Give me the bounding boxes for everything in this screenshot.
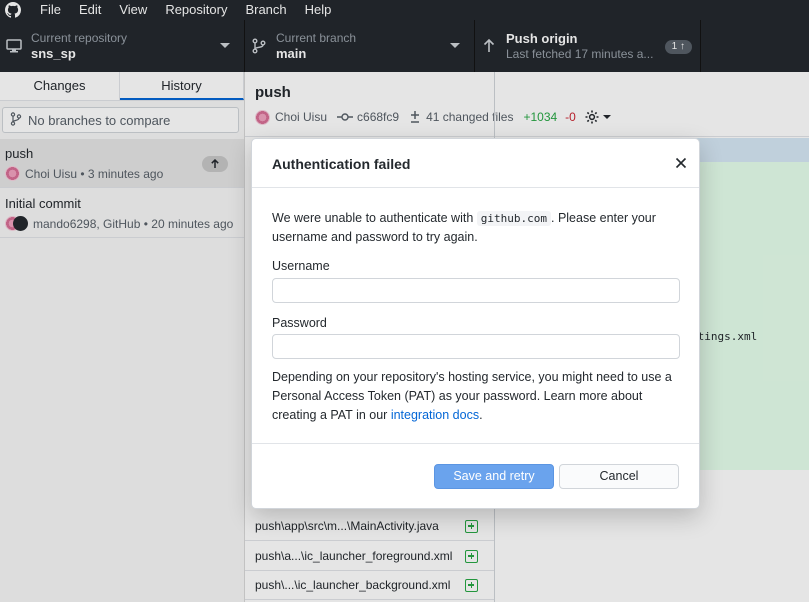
pat-note: Depending on your repository's hosting s…: [272, 368, 684, 425]
dialog-body: We were unable to authenticate with gith…: [252, 188, 699, 444]
integration-docs-link[interactable]: integration docs: [391, 408, 479, 422]
cancel-button[interactable]: Cancel: [559, 464, 679, 489]
authentication-failed-dialog: Authentication failed We were unable to …: [251, 138, 700, 509]
dialog-header: Authentication failed: [252, 139, 699, 188]
dialog-title: Authentication failed: [272, 156, 411, 172]
password-field[interactable]: [272, 334, 680, 359]
username-label: Username: [272, 259, 330, 273]
dialog-message-start: We were unable to authenticate with: [272, 211, 477, 225]
pat-note-end: .: [479, 408, 483, 422]
host-code: github.com: [476, 211, 551, 226]
close-icon[interactable]: [675, 157, 687, 169]
save-and-retry-button[interactable]: Save and retry: [434, 464, 554, 489]
password-label: Password: [272, 316, 327, 330]
username-field[interactable]: [272, 278, 680, 303]
dialog-message: We were unable to authenticate with gith…: [272, 209, 682, 247]
